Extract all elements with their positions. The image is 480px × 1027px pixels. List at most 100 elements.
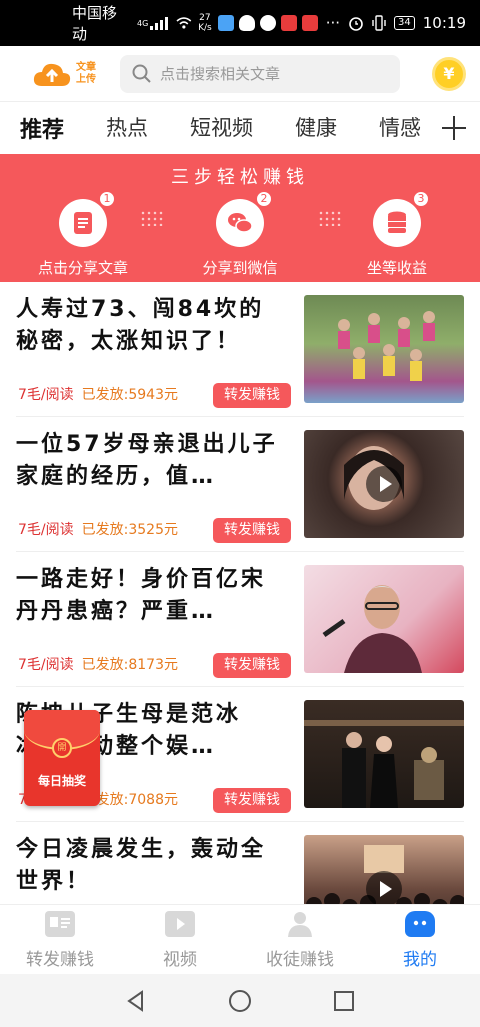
article-meta: 7毛/阅读 已发放:5943元	[18, 384, 178, 404]
nav-me[interactable]: 我的	[360, 905, 480, 974]
share-earn-button[interactable]: 转发赚钱	[213, 518, 291, 543]
notification-icons	[217, 15, 318, 31]
search-input[interactable]: 点击搜索相关文章	[120, 54, 400, 93]
article-title: 一位57岁母亲退出儿子家庭的经历，值…	[16, 432, 278, 489]
signal-icon	[150, 16, 169, 30]
article-card[interactable]: 一位57岁母亲退出儿子家庭的经历，值… 7毛/阅读 已发放:3525元 转发赚钱	[16, 417, 464, 552]
add-tab-icon[interactable]	[440, 114, 468, 142]
tab-recommend[interactable]: 推荐	[20, 112, 64, 144]
nav-video[interactable]: 视频	[120, 905, 240, 974]
daily-lottery-label: 每日抽奖	[37, 774, 86, 788]
article-upload-button[interactable]: 文章 上传	[32, 60, 112, 88]
step-label: 分享到微信	[202, 259, 278, 277]
bottom-nav: 转发赚钱 视频 收徒赚钱 我的	[0, 904, 480, 974]
step-label: 点击分享文章	[37, 259, 128, 277]
nav-label: 转发赚钱	[26, 950, 94, 970]
article-thumbnail	[304, 430, 464, 538]
article-payout: 已发放:5943元	[81, 387, 178, 403]
article-card[interactable]: 一路走好！身价百亿宋丹丹患癌？严重… 7毛/阅读 已发放:8173元 转发赚钱	[16, 552, 464, 687]
daily-lottery-button[interactable]: 開 每日抽奖	[24, 710, 100, 806]
article-title: 人寿过73、闯84坎的秘密，太涨知识了！	[16, 297, 265, 354]
battery-icon: 34	[394, 16, 415, 30]
tab-hot[interactable]: 热点	[106, 112, 148, 144]
nav-label: 视频	[163, 950, 197, 970]
nav-share-earn[interactable]: 转发赚钱	[0, 905, 120, 974]
article-card[interactable]: 今日凌晨发生，轰动全世界！	[16, 822, 464, 904]
nav-label: 收徒赚钱	[266, 950, 334, 970]
article-price: 7毛/阅读	[18, 657, 74, 673]
video-icon	[165, 911, 195, 937]
article-price: 7毛/阅读	[18, 522, 74, 538]
wifi-icon	[176, 17, 192, 29]
share-earn-button[interactable]: 转发赚钱	[213, 383, 291, 408]
network-type: 4G	[137, 18, 149, 28]
alarm-icon	[349, 17, 363, 31]
step-connector	[140, 210, 164, 226]
category-tabs: 推荐 热点 短视频 健康 情感	[0, 102, 480, 154]
step-number: 3	[413, 191, 429, 207]
search-icon	[132, 64, 151, 83]
play-icon[interactable]	[366, 466, 402, 502]
more-icon: ···	[325, 14, 341, 32]
app-notification-icon	[217, 15, 234, 31]
article-card[interactable]: 人寿过73、闯84坎的秘密，太涨知识了！ 7毛/阅读 已发放:5943元 转发赚钱	[16, 282, 464, 417]
article-payout: 已发放:3525元	[81, 522, 178, 538]
article-meta: 7毛/阅读 已发放:8173元	[18, 654, 178, 674]
banner-steps: 1 点击分享文章 2 分享到微信 3 坐等收益	[0, 191, 480, 278]
tab-short-video[interactable]: 短视频	[190, 112, 253, 144]
app-icon	[301, 15, 318, 31]
document-icon: 1	[59, 191, 115, 247]
article-thumbnail	[304, 295, 464, 403]
article-price: 7毛/阅读	[18, 387, 74, 403]
step-number: 2	[256, 191, 272, 207]
wechat-notification-icon	[259, 15, 276, 31]
nav-label: 我的	[403, 950, 437, 970]
tab-emotion[interactable]: 情感	[379, 112, 421, 144]
upload-label-line1: 文章	[76, 61, 96, 73]
article-title: 今日凌晨发生，轰动全世界！	[16, 837, 267, 894]
nav-recruit-earn[interactable]: 收徒赚钱	[240, 905, 360, 974]
coins-icon: 3	[373, 191, 429, 247]
wechat-icon: 2	[216, 191, 272, 247]
article-thumbnail	[304, 835, 464, 904]
system-nav-bar	[0, 974, 480, 1027]
me-icon	[405, 911, 435, 937]
article-payout: 已发放:8173元	[81, 657, 178, 673]
article-thumbnail	[304, 565, 464, 673]
app-header: 文章 上传 点击搜索相关文章 ¥	[0, 46, 480, 102]
upload-cloud-icon	[33, 63, 71, 86]
carrier-name: 中国移动	[72, 4, 118, 43]
step-number: 1	[99, 191, 115, 207]
coin-button[interactable]: ¥	[432, 56, 466, 91]
article-title: 一路走好！身价百亿宋丹丹患癌？严重…	[16, 567, 267, 624]
article-meta: 7毛/阅读 已发放:3525元	[18, 519, 178, 539]
net-speed-unit: K/s	[198, 23, 212, 33]
net-speed: 27 K/s	[198, 13, 212, 33]
yuan-icon: ¥	[443, 64, 455, 83]
step-connector	[318, 210, 342, 226]
search-placeholder: 点击搜索相关文章	[160, 65, 281, 83]
play-icon[interactable]	[366, 871, 402, 904]
back-icon[interactable]	[124, 989, 148, 1013]
shop-icon	[280, 15, 297, 31]
step-wait-income: 3 坐等收益	[342, 191, 452, 278]
qq-icon	[238, 15, 255, 31]
status-right: ··· 34 10:19	[326, 14, 466, 32]
recents-icon[interactable]	[332, 989, 356, 1013]
step-label: 坐等收益	[366, 259, 427, 277]
tab-list: 推荐 热点 短视频 健康 情感	[0, 112, 430, 144]
net-speed-value: 27	[199, 13, 211, 23]
banner-title: 三步轻松赚钱	[171, 167, 309, 188]
share-earn-button[interactable]: 转发赚钱	[213, 788, 291, 813]
person-icon	[285, 911, 315, 937]
share-earn-button[interactable]: 转发赚钱	[213, 653, 291, 678]
tab-health[interactable]: 健康	[295, 112, 337, 144]
step-share-wechat: 2 分享到微信	[185, 191, 295, 278]
share-earn-icon	[45, 911, 75, 937]
home-icon[interactable]	[228, 989, 252, 1013]
upload-label: 文章 上传	[76, 62, 96, 86]
earn-steps-banner[interactable]: 三步轻松赚钱 1 点击分享文章 2 分享到微信 3 坐等收益	[0, 154, 480, 282]
envelope-seal-icon: 開	[52, 738, 72, 758]
upload-label-line2: 上传	[76, 73, 96, 85]
clock: 10:19	[422, 14, 466, 32]
